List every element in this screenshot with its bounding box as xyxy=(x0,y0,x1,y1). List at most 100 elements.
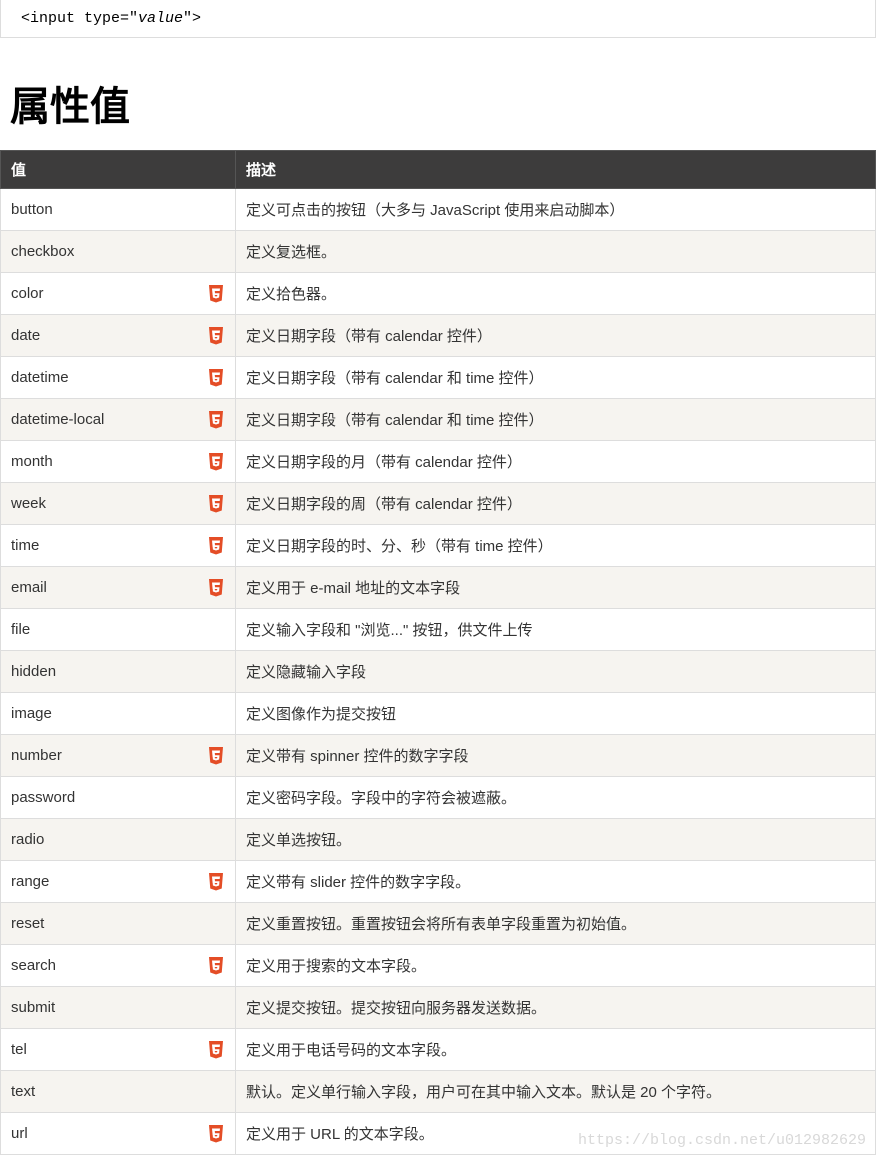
table-row: range 定义带有 slider 控件的数字字段。 xyxy=(1,861,876,903)
value-label[interactable]: hidden xyxy=(11,663,225,680)
table-row: date 定义日期字段（带有 calendar 控件） xyxy=(1,315,876,357)
value-label[interactable]: url xyxy=(11,1125,207,1142)
value-label[interactable]: color xyxy=(11,285,207,302)
table-row: reset 定义重置按钮。重置按钮会将所有表单字段重置为初始值。 xyxy=(1,903,876,945)
table-cell-value: email xyxy=(1,567,236,609)
value-label[interactable]: radio xyxy=(11,831,225,848)
table-row: button 定义可点击的按钮（大多与 JavaScript 使用来启动脚本） xyxy=(1,189,876,231)
table-row: url 定义用于 URL 的文本字段。 xyxy=(1,1113,876,1155)
value-label[interactable]: reset xyxy=(11,915,225,932)
html5-icon xyxy=(207,536,225,556)
code-value: value xyxy=(138,10,183,27)
section-title: 属性值 xyxy=(10,74,876,132)
table-row: hidden定义隐藏输入字段 xyxy=(1,651,876,693)
table-cell-desc: 定义用于 e-mail 地址的文本字段 xyxy=(236,567,876,609)
table-cell-desc: 定义日期字段的时、分、秒（带有 time 控件） xyxy=(236,525,876,567)
table-row: time 定义日期字段的时、分、秒（带有 time 控件） xyxy=(1,525,876,567)
table-row: image 定义图像作为提交按钮 xyxy=(1,693,876,735)
table-cell-value: datetime xyxy=(1,357,236,399)
table-row: email 定义用于 e-mail 地址的文本字段 xyxy=(1,567,876,609)
table-cell-desc: 定义图像作为提交按钮 xyxy=(236,693,876,735)
table-cell-value: date xyxy=(1,315,236,357)
table-row: datetime-local 定义日期字段（带有 calendar 和 time … xyxy=(1,399,876,441)
value-label[interactable]: email xyxy=(11,579,207,596)
html5-icon xyxy=(207,746,225,766)
table-cell-value: month xyxy=(1,441,236,483)
table-row: checkbox 定义复选框。 xyxy=(1,231,876,273)
value-label[interactable]: range xyxy=(11,873,207,890)
table-cell-value: time xyxy=(1,525,236,567)
value-label[interactable]: submit xyxy=(11,999,225,1016)
table-header-desc: 描述 xyxy=(236,151,876,189)
table-row: radio 定义单选按钮。 xyxy=(1,819,876,861)
table-cell-desc: 定义可点击的按钮（大多与 JavaScript 使用来启动脚本） xyxy=(236,189,876,231)
value-label[interactable]: button xyxy=(11,201,225,218)
table-cell-value: checkbox xyxy=(1,231,236,273)
html5-icon xyxy=(207,956,225,976)
table-cell-desc: 定义日期字段（带有 calendar 控件） xyxy=(236,315,876,357)
table-cell-value: button xyxy=(1,189,236,231)
table-row: submit 定义提交按钮。提交按钮向服务器发送数据。 xyxy=(1,987,876,1029)
value-label[interactable]: tel xyxy=(11,1041,207,1058)
html5-icon xyxy=(207,326,225,346)
attribute-table: 值 描述 button 定义可点击的按钮（大多与 JavaScript 使用来启动… xyxy=(0,150,876,1155)
table-cell-desc: 定义用于搜索的文本字段。 xyxy=(236,945,876,987)
value-label[interactable]: search xyxy=(11,957,207,974)
table-row: number 定义带有 spinner 控件的数字字段 xyxy=(1,735,876,777)
html5-icon xyxy=(207,284,225,304)
table-cell-value: tel xyxy=(1,1029,236,1071)
value-label[interactable]: file xyxy=(11,621,225,638)
value-label[interactable]: month xyxy=(11,453,207,470)
table-cell-desc: 定义用于电话号码的文本字段。 xyxy=(236,1029,876,1071)
table-cell-desc: 定义复选框。 xyxy=(236,231,876,273)
html5-icon xyxy=(207,578,225,598)
html5-icon xyxy=(207,494,225,514)
table-cell-value: hidden xyxy=(1,651,236,693)
value-label[interactable]: datetime xyxy=(11,369,207,386)
value-label[interactable]: image xyxy=(11,705,225,722)
table-cell-desc: 定义拾色器。 xyxy=(236,273,876,315)
table-cell-value: image xyxy=(1,693,236,735)
table-row: password定义密码字段。字段中的字符会被遮蔽。 xyxy=(1,777,876,819)
table-cell-value: radio xyxy=(1,819,236,861)
table-cell-value: datetime-local xyxy=(1,399,236,441)
table-row: datetime 定义日期字段（带有 calendar 和 time 控件） xyxy=(1,357,876,399)
value-label[interactable]: datetime-local xyxy=(11,411,207,428)
code-suffix: "> xyxy=(183,10,201,27)
code-example: <input type="value"> xyxy=(0,0,876,38)
table-cell-value: password xyxy=(1,777,236,819)
table-cell-desc: 定义提交按钮。提交按钮向服务器发送数据。 xyxy=(236,987,876,1029)
value-label[interactable]: week xyxy=(11,495,207,512)
table-cell-desc: 定义带有 slider 控件的数字字段。 xyxy=(236,861,876,903)
table-cell-value: range xyxy=(1,861,236,903)
value-label[interactable]: text xyxy=(11,1083,225,1100)
table-row: color 定义拾色器。 xyxy=(1,273,876,315)
table-cell-desc: 定义重置按钮。重置按钮会将所有表单字段重置为初始值。 xyxy=(236,903,876,945)
table-cell-desc: 定义用于 URL 的文本字段。 xyxy=(236,1113,876,1155)
html5-icon xyxy=(207,452,225,472)
table-cell-desc: 定义单选按钮。 xyxy=(236,819,876,861)
table-cell-value: number xyxy=(1,735,236,777)
table-cell-value: color xyxy=(1,273,236,315)
table-cell-value: reset xyxy=(1,903,236,945)
table-cell-desc: 定义日期字段（带有 calendar 和 time 控件） xyxy=(236,399,876,441)
value-label[interactable]: date xyxy=(11,327,207,344)
table-cell-desc: 定义日期字段（带有 calendar 和 time 控件） xyxy=(236,357,876,399)
value-label[interactable]: time xyxy=(11,537,207,554)
table-row: tel 定义用于电话号码的文本字段。 xyxy=(1,1029,876,1071)
table-cell-desc: 定义日期字段的周（带有 calendar 控件） xyxy=(236,483,876,525)
table-cell-desc: 定义输入字段和 "浏览..." 按钮，供文件上传 xyxy=(236,609,876,651)
table-cell-desc: 定义带有 spinner 控件的数字字段 xyxy=(236,735,876,777)
html5-icon xyxy=(207,368,225,388)
value-label[interactable]: password xyxy=(11,789,225,806)
table-header-row: 值 描述 xyxy=(1,151,876,189)
table-cell-desc: 默认。定义单行输入字段，用户可在其中输入文本。默认是 20 个字符。 xyxy=(236,1071,876,1113)
table-row: text 默认。定义单行输入字段，用户可在其中输入文本。默认是 20 个字符。 xyxy=(1,1071,876,1113)
value-label[interactable]: checkbox xyxy=(11,243,225,260)
value-label[interactable]: number xyxy=(11,747,207,764)
table-cell-value: url xyxy=(1,1113,236,1155)
code-prefix: <input type=" xyxy=(21,10,138,27)
table-cell-value: submit xyxy=(1,987,236,1029)
table-row: week 定义日期字段的周（带有 calendar 控件） xyxy=(1,483,876,525)
html5-icon xyxy=(207,1124,225,1144)
